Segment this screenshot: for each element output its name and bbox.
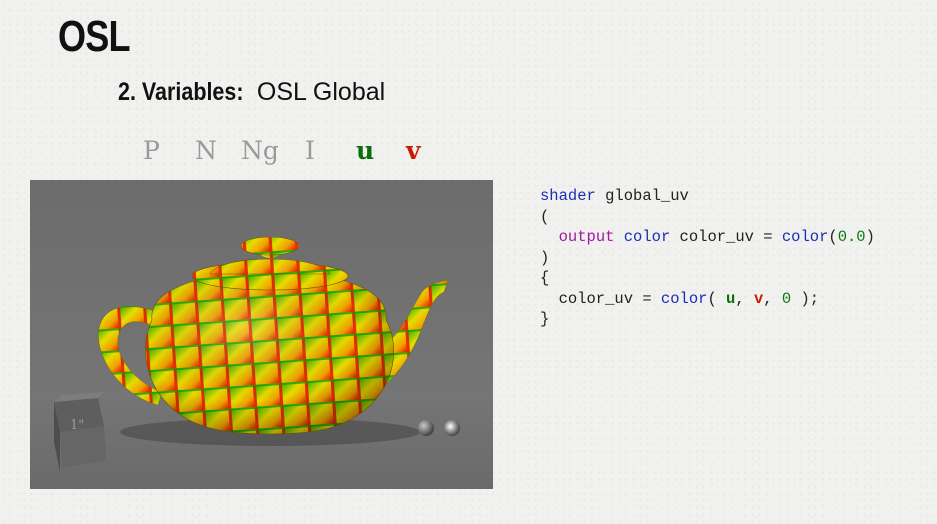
global-var-Ng: Ng (241, 136, 279, 165)
teapot-knob (240, 236, 300, 256)
code-default-value: 0.0 (837, 228, 866, 246)
code-param-decl: color_uv = (670, 228, 782, 246)
code-zero: 0 (781, 289, 792, 308)
code-color-call: color (660, 289, 708, 308)
code-open-paren: ( (540, 207, 550, 226)
code-keyword-color: color (623, 228, 671, 246)
code-color-func: color (781, 228, 829, 246)
global-var-I: I (305, 136, 315, 165)
code-paren: ); (791, 289, 820, 308)
section-number: 2. Variables: (118, 78, 244, 106)
code-close-paren: ) (540, 248, 550, 267)
code-comma: , (735, 289, 754, 308)
slide-title: OSL (58, 12, 131, 61)
global-variables-row: P N Ng I u v (143, 136, 446, 165)
code-paren: ) (865, 228, 875, 246)
code-assign: color_uv = (540, 289, 661, 308)
teapot-body-shading (145, 272, 394, 434)
global-var-v: v (406, 136, 421, 165)
code-comma: , (763, 289, 782, 308)
code-keyword-shader: shader (540, 187, 596, 205)
code-shader-name: global_uv (595, 187, 689, 205)
section-name: OSL Global (256, 78, 386, 106)
code-open-brace: { (540, 269, 550, 287)
code-keyword-output: output (558, 228, 615, 246)
code-close-brace: } (540, 310, 550, 328)
grey-sphere (418, 420, 434, 436)
global-var-u: u (356, 136, 375, 165)
chrome-sphere (444, 420, 460, 436)
code-paren: ( (707, 289, 727, 308)
global-var-P: P (143, 136, 160, 165)
section-heading: 2. Variables: OSL Global (118, 78, 385, 107)
code-var-v: v (753, 289, 764, 308)
shader-code-block: shader global_uv ( output color color_uv… (540, 186, 875, 330)
scale-cube: 1" (54, 392, 106, 472)
code-var-u: u (726, 289, 736, 308)
cube-label: 1" (70, 418, 84, 433)
code-paren: ( (828, 228, 838, 246)
teapot-render-svg: 1" (30, 180, 493, 489)
global-var-N: N (195, 136, 217, 165)
teapot-render-image: 1" (30, 180, 493, 489)
